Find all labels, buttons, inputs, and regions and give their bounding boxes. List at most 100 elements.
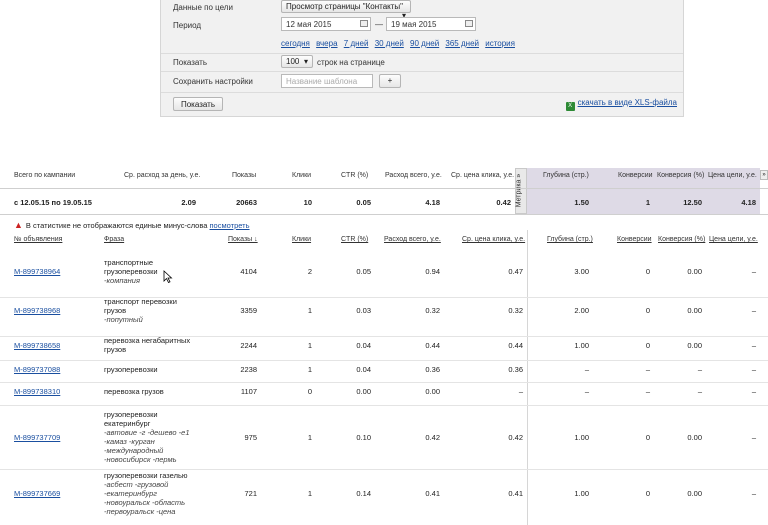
cell-goal-price: – [751, 340, 756, 350]
summary-conv-pct: 12.50 [683, 198, 702, 207]
minus-words: -екатеринбург [104, 489, 157, 498]
summary-depth: 1.50 [574, 198, 589, 207]
cell-ctr: 0.03 [356, 306, 371, 315]
summary-cpc-header: Ср. цена клика, у.е. [451, 172, 515, 179]
warning-text: В статистике не отображаются единые мину… [25, 221, 208, 230]
cell-conv: 0 [645, 306, 650, 315]
ad-id-link[interactable]: M-899738310 [14, 387, 60, 396]
cell-clicks: 0 [307, 387, 312, 396]
cell-ctr: 0.05 [356, 267, 371, 276]
cell-conv-pct: 0.00 [687, 340, 702, 350]
col-goal-price-header[interactable]: Цена цели, у.е. [709, 236, 758, 243]
cell-clicks: 1 [307, 365, 312, 374]
col-clicks-header[interactable]: Клики [292, 236, 311, 243]
mouse-cursor-icon [163, 270, 173, 283]
ad-id-link[interactable]: M-899737709 [14, 433, 60, 442]
cell-cpc: 0.47 [508, 267, 523, 276]
cell-total: 0.00 [425, 387, 440, 396]
summary-ctr: 0.05 [356, 198, 371, 207]
cell-conv-pct: 0.00 [687, 267, 702, 276]
cell-ctr: 0.04 [356, 365, 371, 374]
cell-shows: 2238 [240, 365, 257, 374]
cell-cpc: – [518, 387, 523, 396]
ad-id-link[interactable]: M-899738968 [14, 306, 60, 315]
warning-icon: ▲ [14, 220, 23, 230]
phrase-text: транспортные [104, 258, 154, 267]
summary-shows: 20663 [236, 198, 257, 207]
summary-period: с 12.05.15 по 19.05.15 [14, 198, 92, 207]
cell-shows: 721 [244, 489, 257, 498]
ad-id-link[interactable]: M-899738658 [14, 341, 60, 350]
cell-conv-pct: – [697, 365, 702, 374]
col-depth-header[interactable]: Глубина (стр.) [547, 236, 593, 243]
cell-depth: 1.00 [574, 432, 589, 442]
phrase-cell: перевозка грузов [104, 387, 164, 396]
cell-depth: 2.00 [574, 306, 589, 315]
col-conv-header[interactable]: Конверсии [617, 236, 652, 243]
cell-shows: 4104 [240, 267, 257, 276]
col-id-header[interactable]: № объявления [14, 236, 62, 243]
phrase-text: транспорт перевозки [104, 297, 177, 306]
summary-clicks-header: Клики [292, 172, 312, 179]
minus-words: -асбест -грузовой [104, 480, 169, 489]
summary-cpc: 0.42 [496, 198, 511, 207]
col-conv-pct-header[interactable]: Конверсия (%) [658, 236, 705, 243]
summary-total: 4.18 [425, 198, 440, 207]
cell-conv: 0 [645, 340, 650, 350]
cell-clicks: 1 [307, 340, 312, 350]
summary-conv-header: Конверсии [618, 172, 653, 179]
summary-total-header: Расход всего, у.е. [385, 172, 442, 179]
cell-ctr: 0.00 [356, 387, 371, 396]
phrase-text: екатеринбург [104, 419, 151, 428]
minus-words: -новоуральск -область [104, 498, 186, 507]
cell-depth: – [584, 387, 589, 396]
cell-total: 0.41 [425, 489, 440, 498]
summary-goal-price: 4.18 [741, 198, 756, 207]
cell-ctr: 0.14 [356, 489, 371, 498]
minus-words: -международный [104, 446, 164, 455]
divider [0, 214, 768, 215]
cell-goal-price: – [751, 387, 756, 396]
phrase-text: грузоперевозки газелью [104, 471, 188, 480]
row-divider [0, 382, 768, 383]
ad-id-link[interactable]: M-899738964 [14, 267, 60, 276]
metrika-toggle[interactable]: Метрика » [515, 168, 527, 214]
cell-conv: – [645, 387, 650, 396]
phrase-text: грузоперевозки [104, 410, 158, 419]
stats-table: Метрика » » Всего по кампании Ср. расход… [0, 0, 768, 525]
cell-shows: 2244 [240, 340, 257, 350]
metrika-toggle-label: Метрика » [515, 173, 523, 208]
ad-id-link[interactable]: M-899737088 [14, 365, 60, 374]
summary-depth-header: Глубина (стр.) [543, 172, 589, 179]
minus-words: -автовие -г -дешево -е1 [104, 428, 190, 437]
summary-daily-header: Ср. расход за день, у.е. [124, 172, 201, 179]
col-cpc-header[interactable]: Ср. цена клика, у.е. [462, 236, 525, 243]
cell-clicks: 1 [307, 432, 312, 442]
minus-words-warning: ▲ В статистике не отображаются единые мин… [14, 220, 250, 230]
cell-total: 0.42 [425, 432, 440, 442]
cell-depth: – [584, 365, 589, 374]
cell-conv: 0 [645, 489, 650, 498]
ad-id-link[interactable]: M-899737669 [14, 489, 60, 498]
cell-clicks: 1 [307, 489, 312, 498]
cell-cpc: 0.41 [508, 489, 523, 498]
cell-total: 0.94 [425, 267, 440, 276]
cell-conv-pct: 0.00 [687, 489, 702, 498]
minus-words: -компания [104, 276, 140, 285]
col-total-header[interactable]: Расход всего, у.е. [384, 236, 441, 243]
phrase-text: перевозка негабаритных [104, 336, 191, 345]
summary-campaign-header: Всего по кампании [14, 172, 76, 179]
col-ctr-header[interactable]: CTR (%) [341, 236, 368, 243]
more-columns-button[interactable]: » [760, 170, 768, 180]
phrase-cell: транспортные грузоперевозки -компания [104, 258, 158, 285]
col-shows-header[interactable]: Показы ↓ [228, 236, 258, 243]
cell-shows: 1107 [240, 387, 257, 396]
cell-conv-pct: 0.00 [687, 432, 702, 442]
col-phrase-header[interactable]: Фраза [104, 236, 124, 243]
cell-total: 0.32 [425, 306, 440, 315]
warning-view-link[interactable]: посмотреть [210, 221, 250, 230]
cell-ctr: 0.10 [356, 432, 371, 442]
cell-goal-price: – [751, 489, 756, 498]
cell-depth: 1.00 [574, 340, 589, 350]
phrase-cell: грузоперевозки екатеринбург -автовие -г -д… [104, 410, 190, 464]
